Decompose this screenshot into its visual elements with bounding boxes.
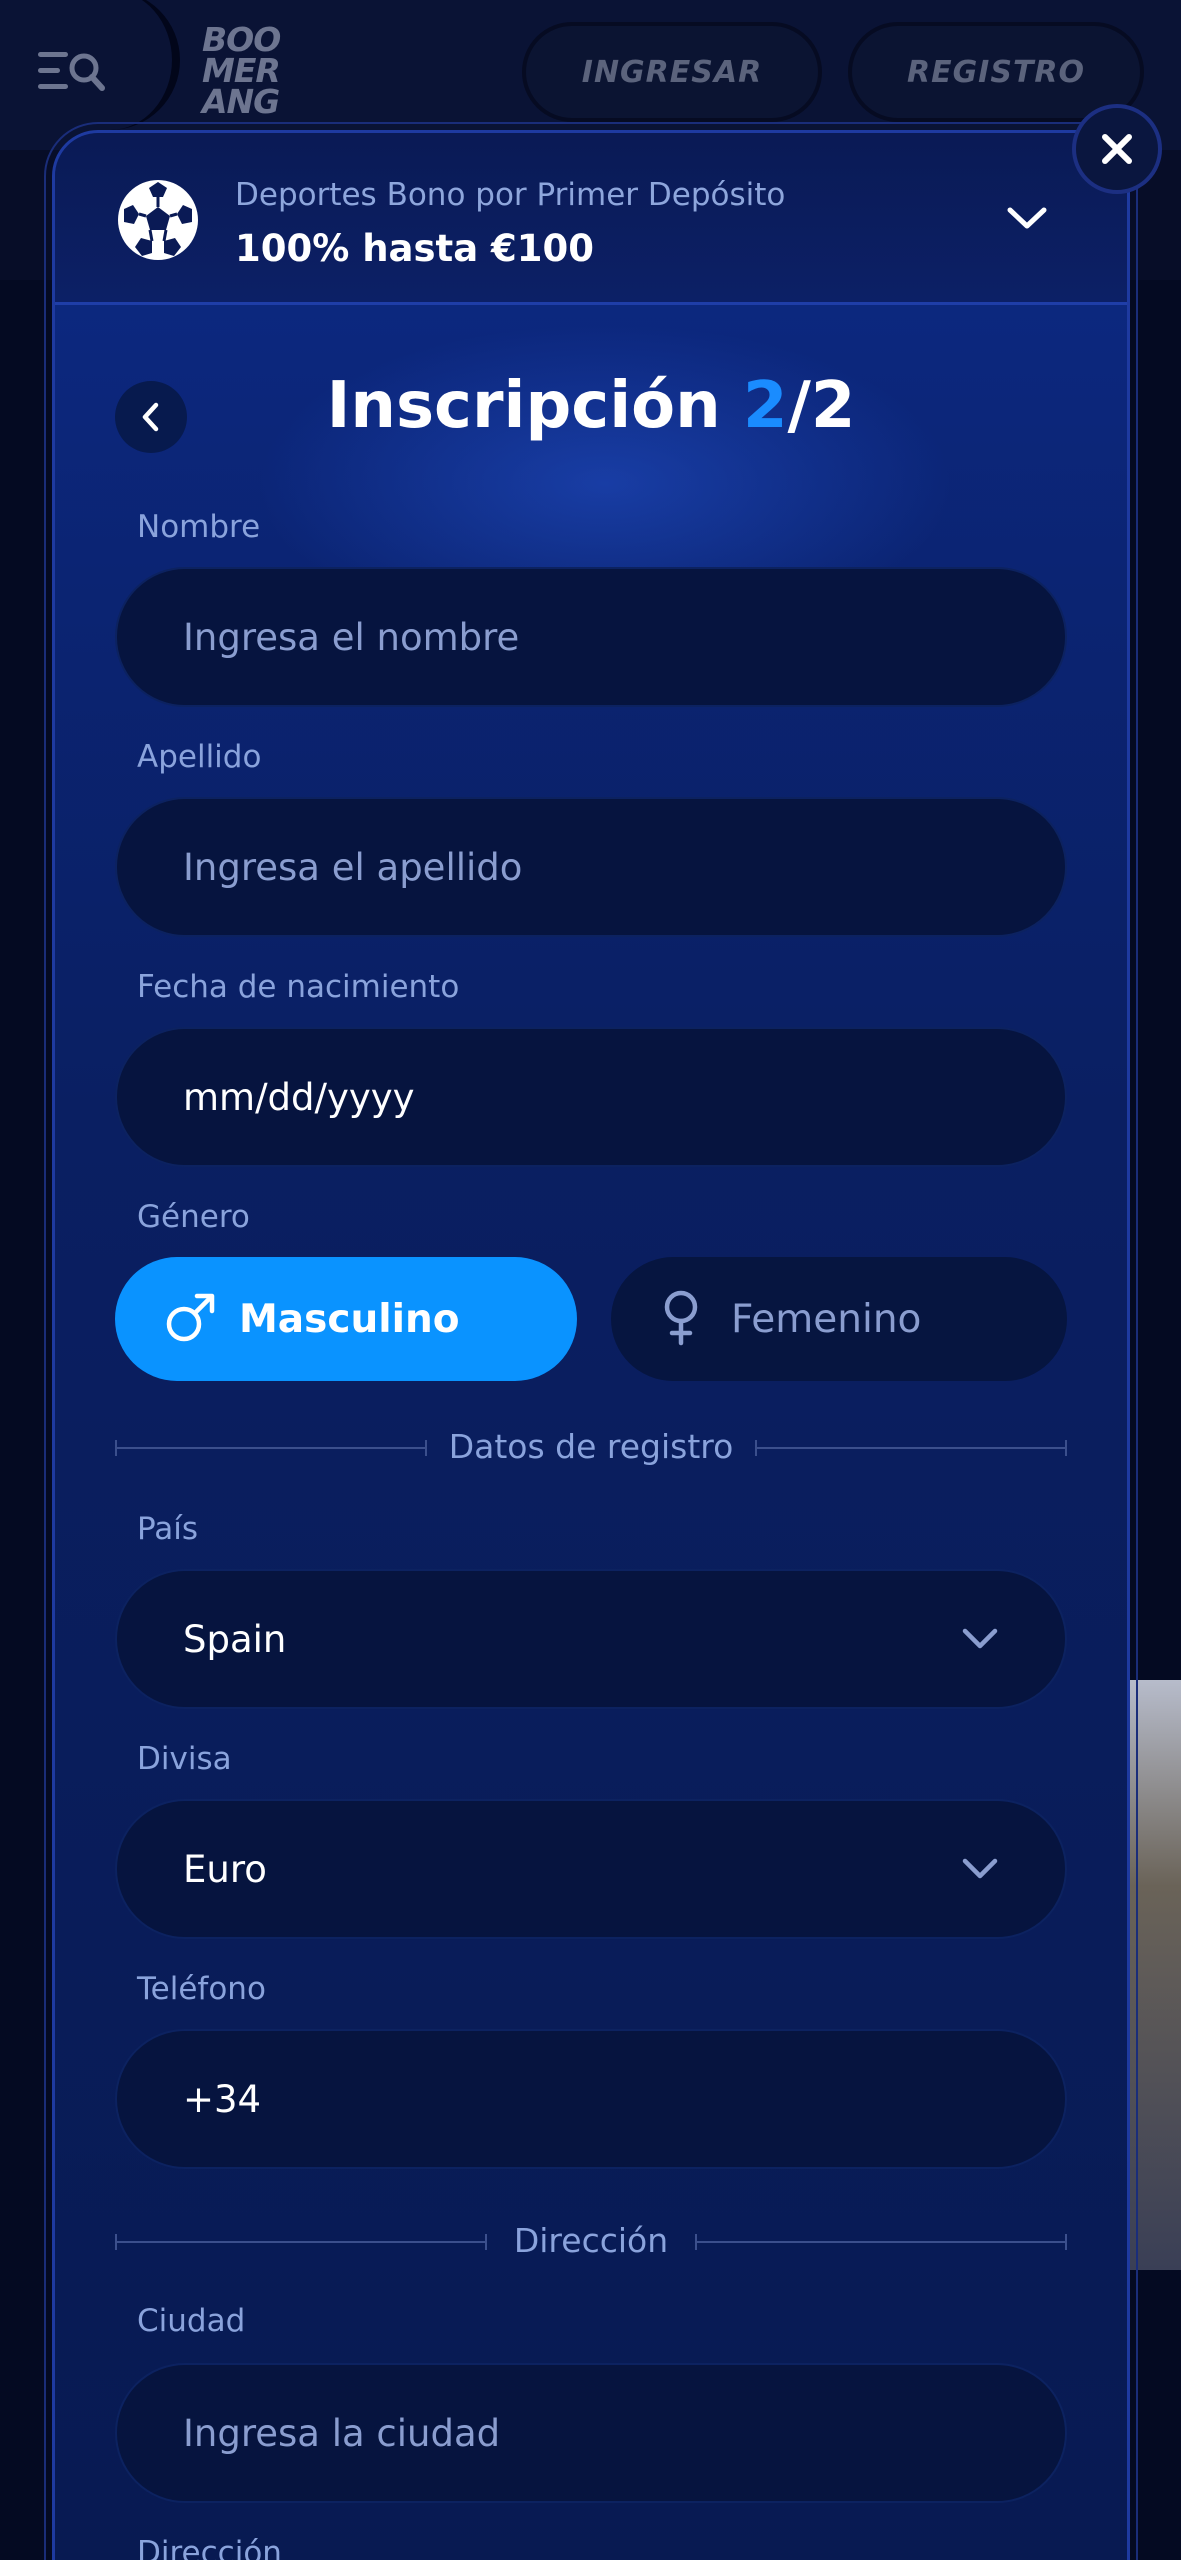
close-button[interactable] [1072,104,1162,194]
phone-value: +34 [183,2077,262,2121]
step-current: 2 [742,369,788,443]
boomerang-logo[interactable]: BOO MER ANG [202,23,298,124]
birth-date-label: Fecha de nacimiento [137,969,460,1005]
country-value: Spain [183,1617,287,1661]
bonus-title: 100% hasta €100 [235,227,595,270]
first-name-input[interactable]: Ingresa el nombre [115,567,1067,707]
bonus-selector[interactable]: Deportes Bono por Primer Depósito 100% h… [55,133,1127,305]
city-input[interactable]: Ingresa la ciudad [115,2363,1067,2503]
phone-label: Teléfono [137,1971,266,2007]
currency-label: Divisa [137,1741,232,1777]
page-title: Inscripción 2/2 [55,369,1127,443]
phone-input[interactable]: +34 [115,2029,1067,2169]
bonus-subtitle: Deportes Bono por Primer Depósito [235,177,786,213]
gender-label: Género [137,1199,250,1235]
soccer-ball-icon [118,180,198,260]
address-divider: Dirección [115,2217,1067,2267]
male-symbol-icon [166,1293,215,1342]
step-total: /2 [787,369,856,443]
address-label: Dirección [137,2535,282,2560]
chevron-down-icon[interactable] [1005,203,1049,233]
birth-date-input[interactable]: mm/dd/yyyy [115,1027,1067,1167]
chevron-down-icon [962,1858,998,1879]
logo-backdrop [100,0,180,130]
page: BOO MER ANG INGRESAR REGISTRO Deportes B… [0,0,1181,2560]
registration-divider: Datos de registro [115,1423,1067,1473]
registration-modal: Deportes Bono por Primer Depósito 100% h… [52,130,1130,2560]
birth-date-value: mm/dd/yyyy [183,1075,415,1119]
last-name-input[interactable]: Ingresa el apellido [115,797,1067,937]
chevron-down-icon [962,1628,998,1649]
first-name-label: Nombre [137,509,261,545]
last-name-placeholder: Ingresa el apellido [183,845,523,889]
gender-male-label: Masculino [239,1296,460,1342]
registration-divider-text: Datos de registro [448,1427,734,1466]
menu-search-icon[interactable] [36,48,106,98]
first-name-placeholder: Ingresa el nombre [183,615,520,659]
login-button[interactable]: INGRESAR [522,22,822,122]
gender-male-button[interactable]: Masculino [115,1257,577,1381]
city-label: Ciudad [137,2303,246,2339]
address-divider-text: Dirección [513,2221,669,2260]
gender-female-button[interactable]: Femenino [611,1257,1067,1381]
city-placeholder: Ingresa la ciudad [183,2411,501,2455]
female-symbol-icon [664,1290,698,1346]
gender-female-label: Femenino [731,1296,922,1342]
currency-select[interactable]: Euro [115,1799,1067,1939]
title-text: Inscripción [326,369,743,443]
country-label: País [137,1511,199,1547]
currency-value: Euro [183,1847,267,1891]
last-name-label: Apellido [137,739,262,775]
close-icon [1102,134,1132,164]
country-select[interactable]: Spain [115,1569,1067,1709]
